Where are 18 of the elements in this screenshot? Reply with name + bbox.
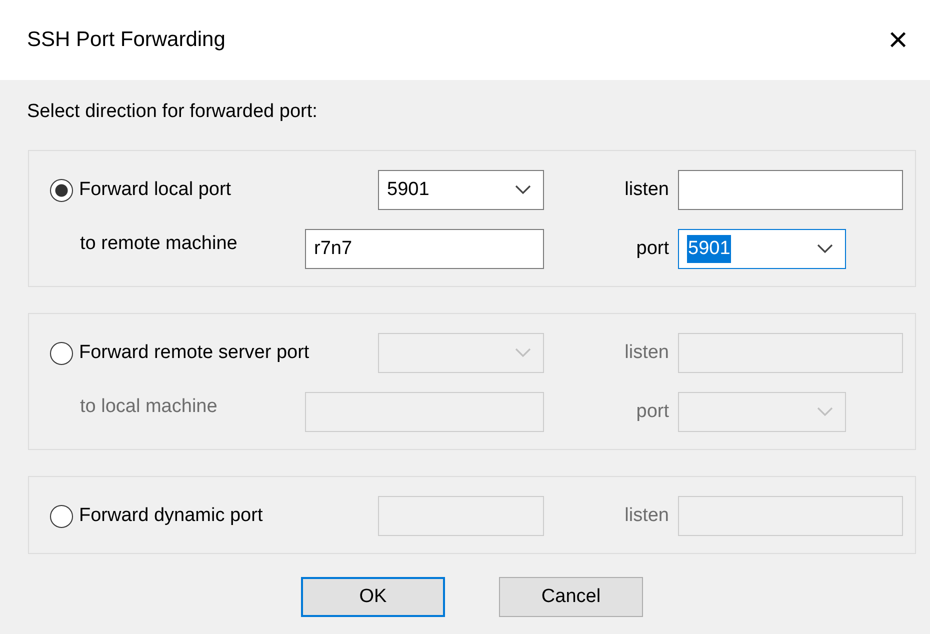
dialog-button[interactable]: Cancel [499, 577, 643, 617]
field-label: listen [624, 178, 669, 202]
field-label: port [636, 400, 669, 424]
radio-icon[interactable] [50, 178, 73, 202]
port-dropdown[interactable]: 5901 [378, 170, 544, 210]
prompt-text: Select direction for forwarded port: [27, 100, 318, 124]
radio-option[interactable]: Forward local port [50, 176, 232, 204]
dialog-button[interactable]: OK [301, 577, 445, 617]
port-dropdown[interactable]: 5901 [678, 229, 846, 269]
field-label: to local machine [80, 395, 218, 419]
field-label: listen [624, 340, 669, 365]
listen-field[interactable] [678, 170, 903, 210]
field-label: listen [624, 504, 669, 528]
field-label: to remote machine [80, 232, 238, 256]
close-button[interactable]: × [878, 20, 918, 60]
host-field[interactable]: r7n7 [305, 229, 544, 269]
window-title: SSH Port Forwarding [27, 27, 226, 54]
field-label: port [636, 236, 669, 261]
